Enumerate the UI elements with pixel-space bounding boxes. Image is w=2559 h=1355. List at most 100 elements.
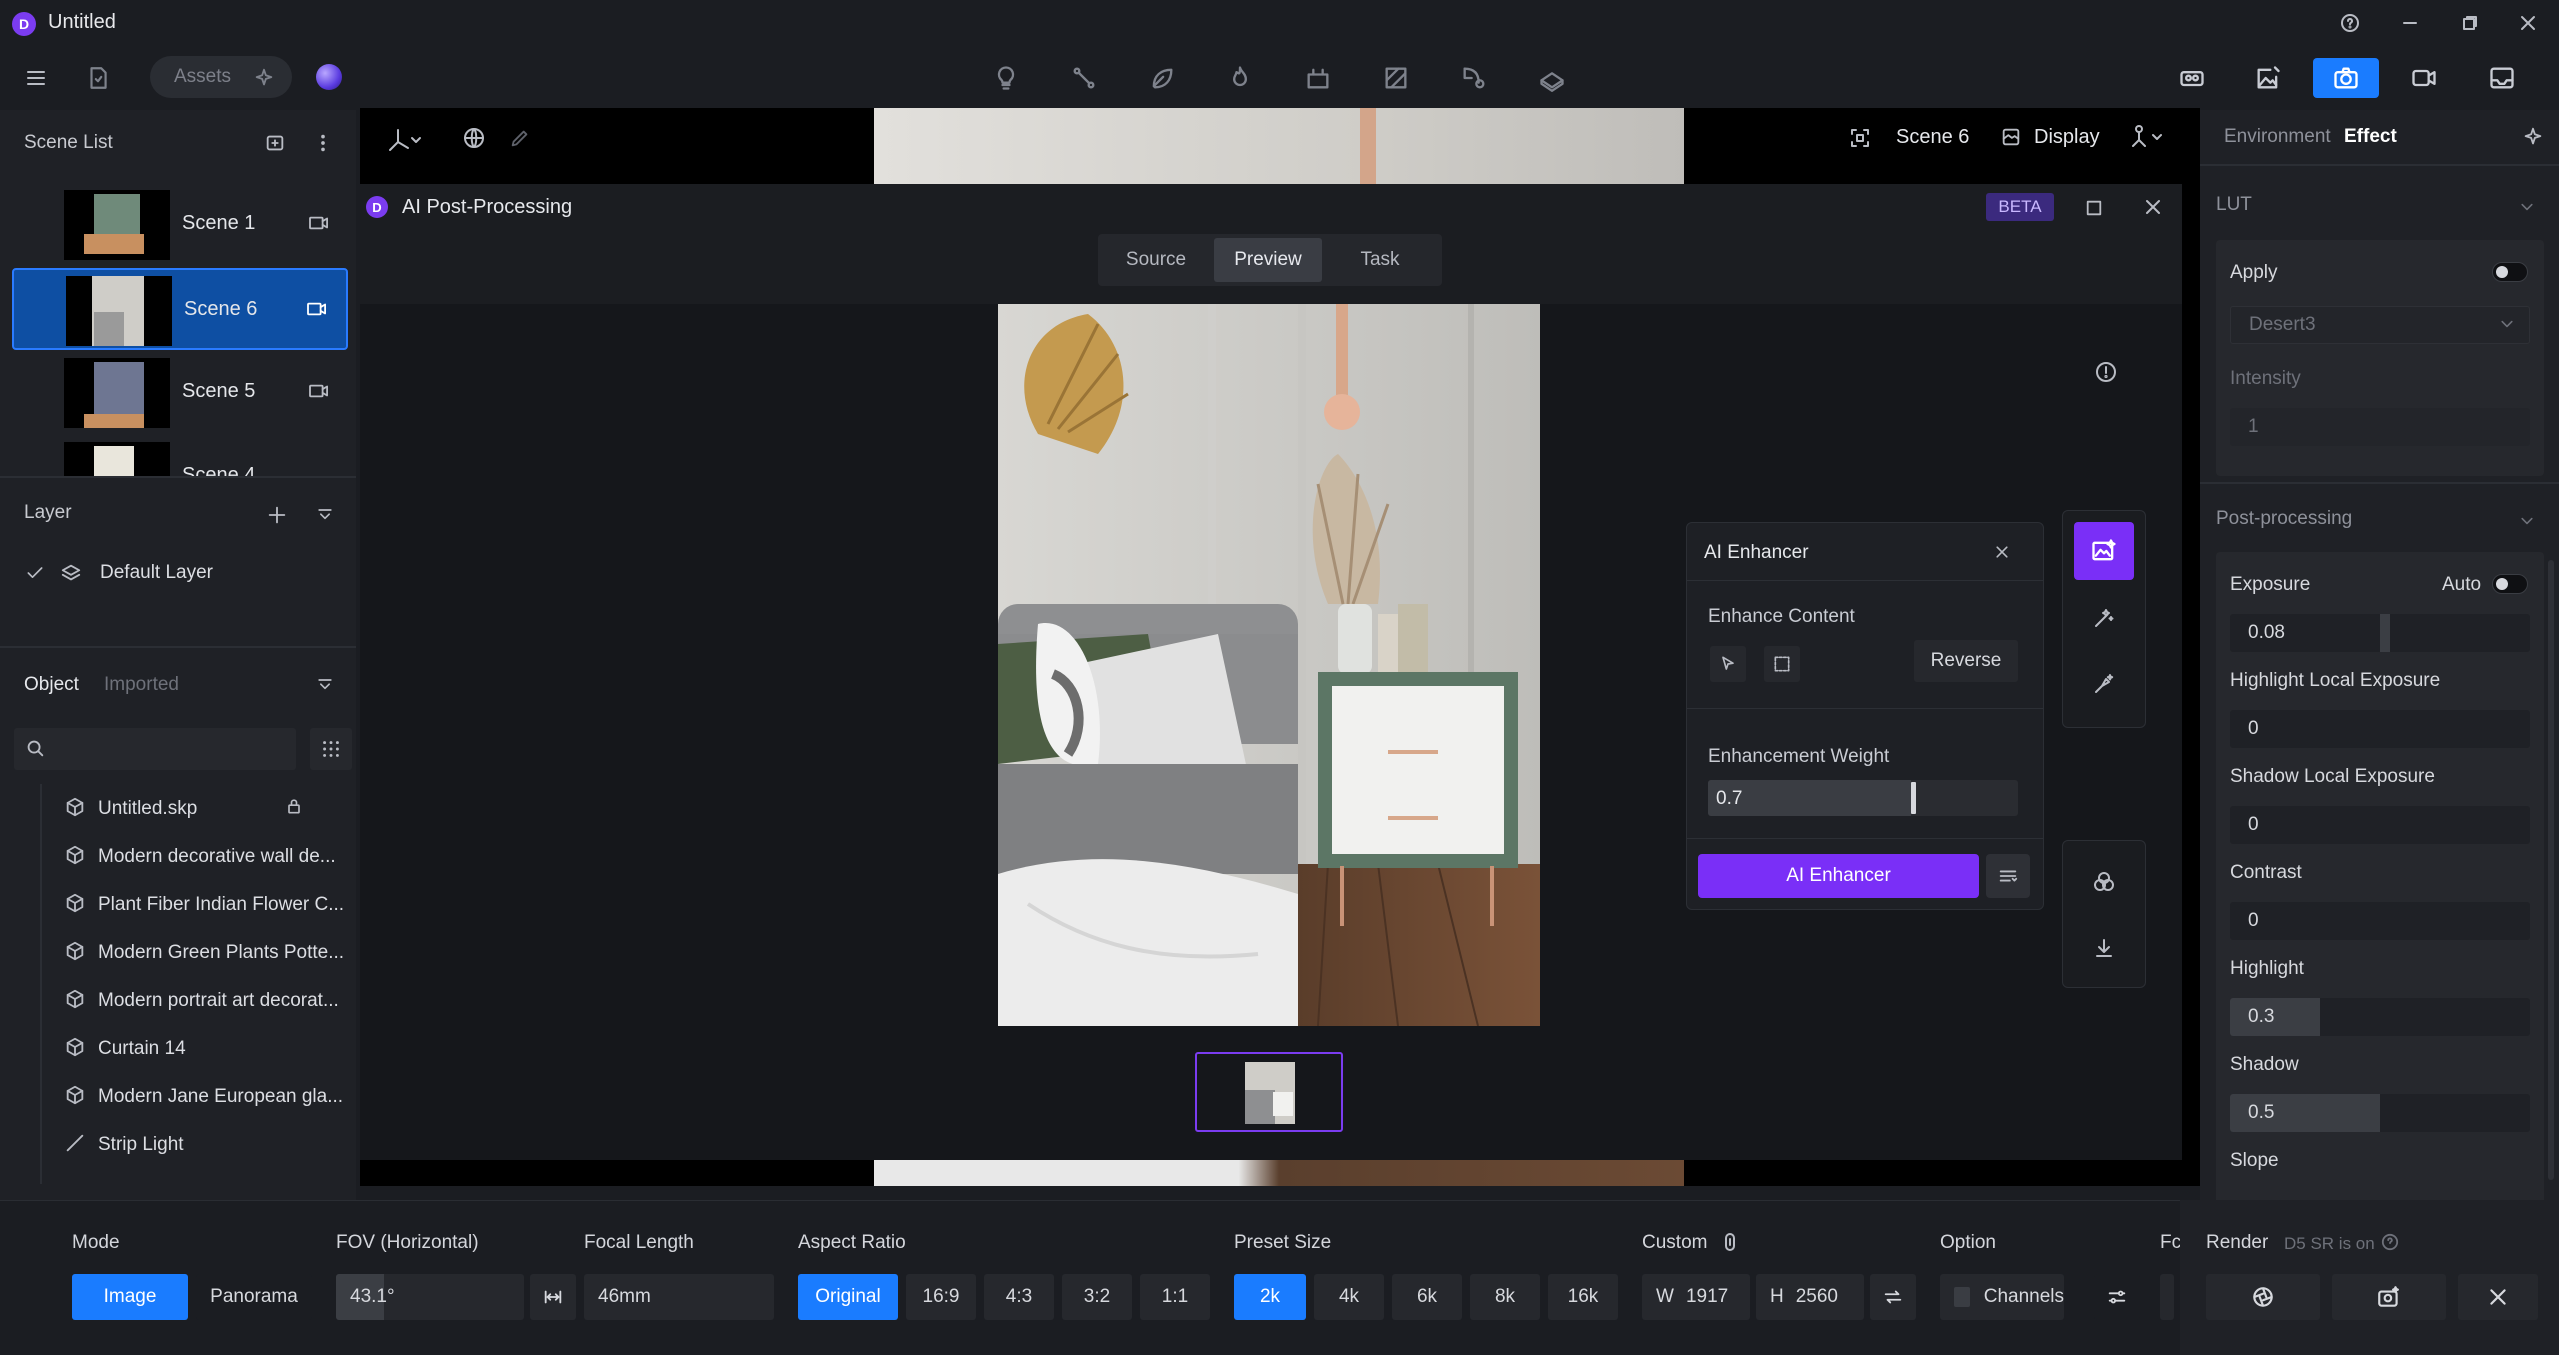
brush-sparkle-icon[interactable] bbox=[2086, 666, 2122, 702]
scene-item[interactable]: Scene 1 bbox=[12, 184, 348, 266]
navigation-mode-icon[interactable] bbox=[2124, 120, 2170, 154]
grid-view-button[interactable] bbox=[310, 728, 352, 770]
add-layer-icon[interactable] bbox=[262, 500, 292, 530]
camera-mode-icon[interactable] bbox=[2313, 58, 2379, 98]
aspect-4-3-button[interactable]: 4:3 bbox=[984, 1274, 1054, 1320]
maximize-dialog-icon[interactable] bbox=[2080, 194, 2108, 222]
chevron-down-icon[interactable] bbox=[2514, 194, 2540, 220]
preview-thumbnail[interactable] bbox=[1195, 1052, 1343, 1132]
lock-icon[interactable] bbox=[284, 796, 304, 816]
aspect-original-button[interactable]: Original bbox=[798, 1274, 898, 1320]
option-settings-icon[interactable] bbox=[2094, 1274, 2140, 1320]
vr-view-icon[interactable] bbox=[2170, 58, 2214, 98]
custom-height-input[interactable]: H 2560 bbox=[1756, 1274, 1864, 1320]
object-filter-icon[interactable] bbox=[310, 670, 340, 700]
tab-source[interactable]: Source bbox=[1102, 238, 1210, 282]
aspect-1-1-button[interactable]: 1:1 bbox=[1140, 1274, 1210, 1320]
axis-tool-icon[interactable] bbox=[380, 122, 432, 158]
list-item[interactable]: Modern decorative wall de... bbox=[40, 832, 350, 880]
enhancer-list-icon[interactable] bbox=[1986, 854, 2030, 898]
channels-checkbox-box[interactable] bbox=[1954, 1287, 1970, 1307]
enhancement-weight-value[interactable]: 0.7 bbox=[1716, 788, 1742, 810]
ai-enhance-tool-icon[interactable] bbox=[2074, 522, 2134, 580]
globe-icon[interactable] bbox=[458, 122, 490, 154]
fc-input[interactable] bbox=[2160, 1274, 2174, 1320]
fov-input[interactable]: 43.1° bbox=[336, 1274, 524, 1320]
list-item[interactable]: Strip Light bbox=[40, 1120, 350, 1168]
tab-environment[interactable]: Environment bbox=[2224, 126, 2331, 148]
scene-item[interactable]: Scene 5 bbox=[12, 352, 348, 434]
post-processing-section-title[interactable]: Post-processing bbox=[2216, 508, 2352, 530]
check-icon[interactable] bbox=[22, 560, 48, 586]
search-input[interactable] bbox=[58, 734, 288, 764]
list-item[interactable]: Untitled.skp bbox=[40, 784, 350, 832]
link-icon[interactable] bbox=[1718, 1230, 1742, 1254]
plant-tool-icon[interactable] bbox=[1456, 60, 1492, 96]
scene-item-selected[interactable]: Scene 6 bbox=[12, 268, 348, 350]
camera-icon[interactable] bbox=[306, 300, 328, 318]
display-icon[interactable] bbox=[1996, 122, 2026, 152]
restore-icon[interactable] bbox=[2450, 8, 2490, 38]
auto-exposure-toggle[interactable] bbox=[2492, 574, 2528, 594]
shadow-local-exposure-input[interactable]: 0 bbox=[2230, 806, 2530, 844]
close-window-icon[interactable] bbox=[2508, 8, 2548, 38]
mode-image-button[interactable]: Image bbox=[72, 1274, 188, 1320]
video-mode-icon[interactable] bbox=[2402, 58, 2446, 98]
aspect-16-9-button[interactable]: 16:9 bbox=[906, 1274, 976, 1320]
right-panel-scrollbar[interactable] bbox=[2548, 560, 2554, 1180]
custom-width-input[interactable]: W 1917 bbox=[1642, 1274, 1750, 1320]
list-item[interactable]: Modern portrait art decorat... bbox=[40, 976, 350, 1024]
color-blend-icon[interactable] bbox=[2086, 864, 2122, 900]
object-tool-icon[interactable] bbox=[1300, 60, 1336, 96]
chevron-down-icon[interactable] bbox=[2514, 508, 2540, 534]
ai-orb-icon[interactable] bbox=[316, 64, 342, 90]
lut-select[interactable]: Desert3 bbox=[2230, 306, 2530, 344]
apply-toggle[interactable] bbox=[2492, 262, 2528, 282]
ai-enhancer-button[interactable]: AI Enhancer bbox=[1698, 854, 1979, 898]
ai-sparkle-icon[interactable] bbox=[250, 64, 278, 92]
preset-2k-button[interactable]: 2k bbox=[1234, 1274, 1306, 1320]
image-edit-icon[interactable] bbox=[2246, 58, 2290, 98]
camera-icon[interactable] bbox=[308, 382, 330, 400]
path-tool-icon[interactable] bbox=[1066, 60, 1102, 96]
layer-filter-icon[interactable] bbox=[310, 500, 340, 530]
list-item[interactable]: Plant Fiber Indian Flower C... bbox=[40, 880, 350, 928]
light-bulb-icon[interactable] bbox=[988, 60, 1024, 96]
fire-icon[interactable] bbox=[1222, 60, 1258, 96]
download-icon[interactable] bbox=[2086, 930, 2122, 966]
preset-8k-button[interactable]: 8k bbox=[1470, 1274, 1540, 1320]
tab-task[interactable]: Task bbox=[1326, 238, 1434, 282]
help-icon[interactable] bbox=[2378, 1230, 2402, 1254]
reverse-button[interactable]: Reverse bbox=[1914, 640, 2018, 682]
preset-6k-button[interactable]: 6k bbox=[1392, 1274, 1462, 1320]
aspect-3-2-button[interactable]: 3:2 bbox=[1062, 1274, 1132, 1320]
channels-checkbox[interactable]: Channels bbox=[1940, 1274, 2064, 1320]
contrast-input[interactable]: 0 bbox=[2230, 902, 2530, 940]
preset-16k-button[interactable]: 16k bbox=[1548, 1274, 1618, 1320]
default-layer-label[interactable]: Default Layer bbox=[100, 562, 213, 584]
help-icon[interactable] bbox=[2330, 8, 2370, 38]
render-capture-icon[interactable] bbox=[2332, 1274, 2446, 1320]
leaf-icon[interactable] bbox=[1144, 60, 1180, 96]
render-settings-icon[interactable] bbox=[2206, 1274, 2320, 1320]
material-icon[interactable] bbox=[1378, 60, 1414, 96]
minimize-icon[interactable] bbox=[2390, 8, 2430, 38]
list-item[interactable]: Curtain 14 bbox=[40, 1024, 350, 1072]
exposure-handle[interactable] bbox=[2380, 614, 2390, 652]
exposure-slider[interactable]: 0.08 bbox=[2230, 614, 2530, 652]
highlight-local-exposure-input[interactable]: 0 bbox=[2230, 710, 2530, 748]
ai-effect-icon[interactable] bbox=[2518, 122, 2548, 152]
display-button[interactable]: Display bbox=[2034, 126, 2100, 149]
close-render-icon[interactable] bbox=[2458, 1274, 2538, 1320]
preset-4k-button[interactable]: 4k bbox=[1314, 1274, 1384, 1320]
swap-dimensions-icon[interactable] bbox=[1870, 1274, 1916, 1320]
gallery-icon[interactable] bbox=[2480, 58, 2524, 98]
scene-item[interactable]: Scene 4 bbox=[12, 436, 348, 476]
terrain-icon[interactable] bbox=[1534, 60, 1570, 96]
tab-object[interactable]: Object bbox=[24, 674, 79, 696]
close-enhancer-icon[interactable] bbox=[1988, 538, 2016, 566]
scene-focus-icon[interactable] bbox=[1844, 122, 1876, 154]
highlight-slider[interactable]: 0.3 bbox=[2230, 998, 2530, 1036]
add-scene-icon[interactable] bbox=[260, 128, 290, 158]
list-item[interactable]: Modern Green Plants Potte... bbox=[40, 928, 350, 976]
